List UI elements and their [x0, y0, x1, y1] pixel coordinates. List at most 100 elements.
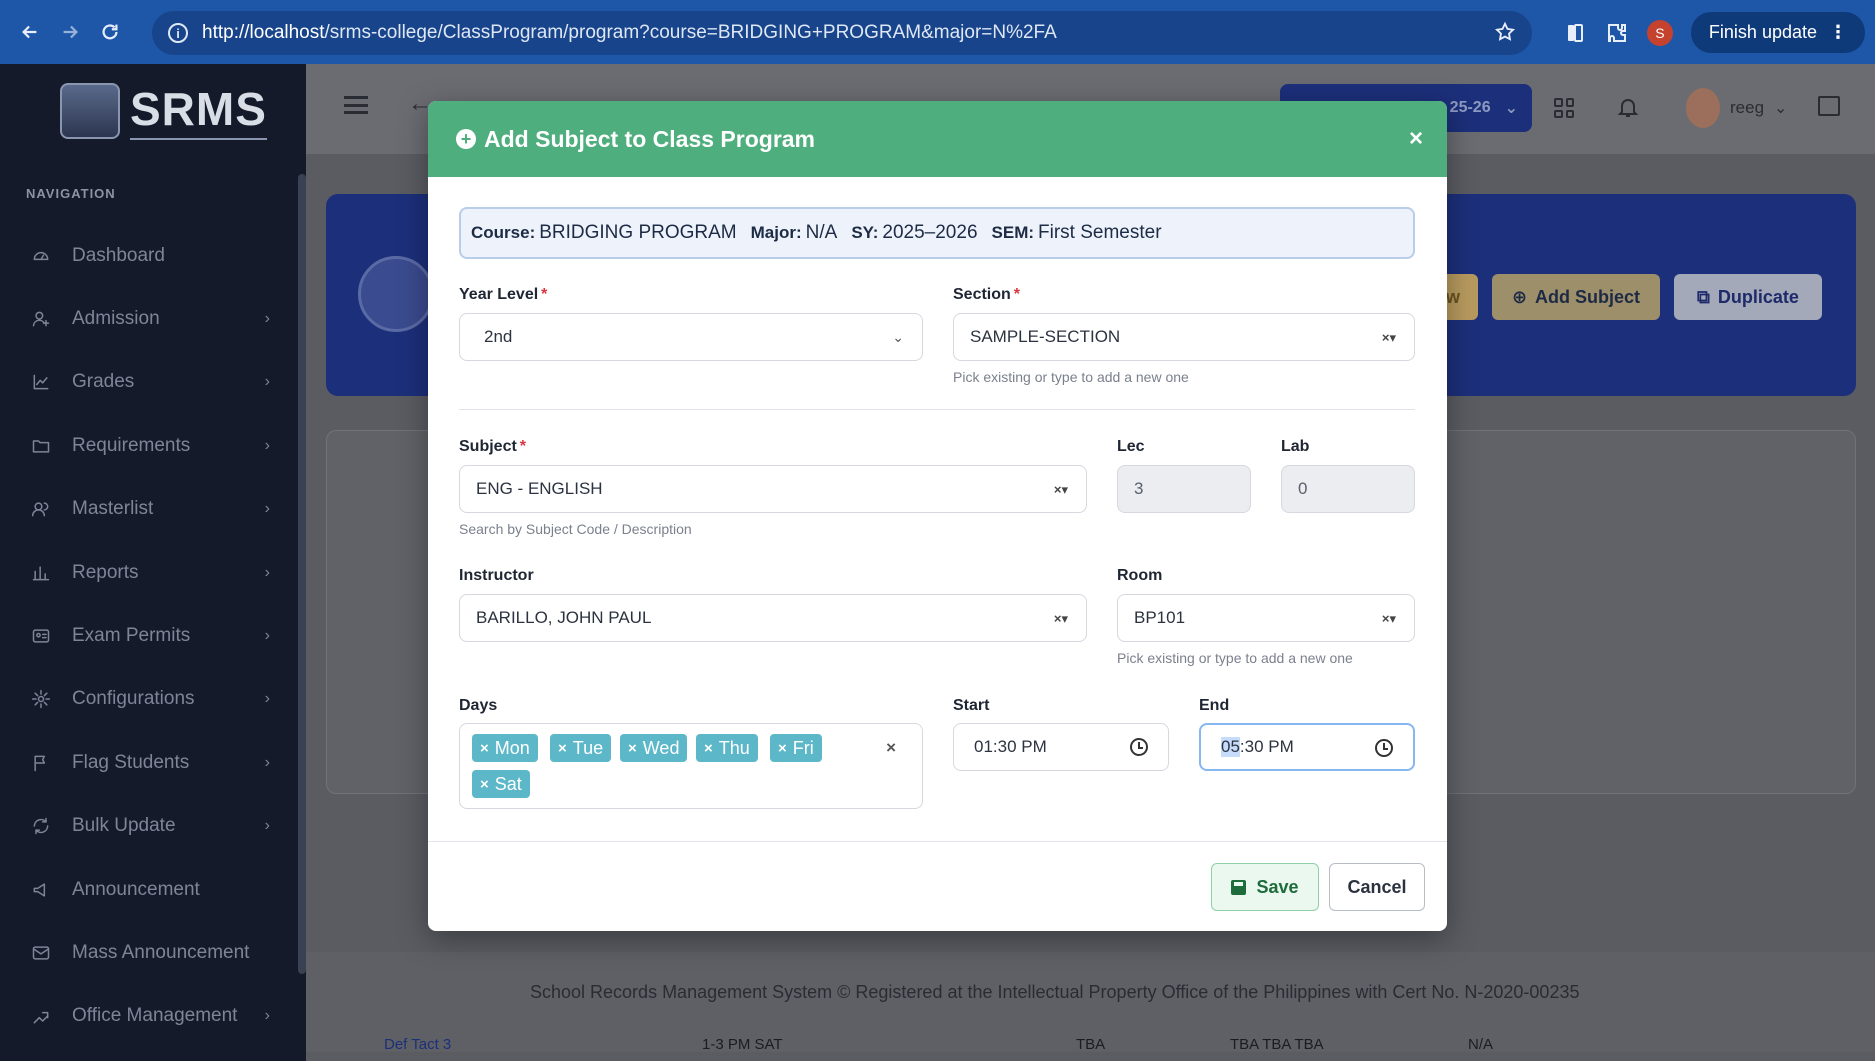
- user-menu[interactable]: reeg ⌄: [1686, 88, 1787, 128]
- clear-dropdown-icon[interactable]: ×▾: [1054, 611, 1068, 627]
- user-add-icon: [30, 308, 52, 330]
- profile-avatar[interactable]: S: [1646, 19, 1673, 46]
- hamburger-menu-icon[interactable]: [344, 96, 368, 114]
- modal-title: Add Subject to Class Program: [484, 125, 816, 152]
- year-level-select[interactable]: 2nd ⌄: [459, 313, 923, 361]
- instructor-combobox[interactable]: BARILLO, JOHN PAUL ×▾: [459, 594, 1087, 642]
- sy-label: SY:: [851, 223, 879, 242]
- days-multiselect[interactable]: × Mon × Tue × Wed × Thu × Fri × Sat ×: [459, 723, 923, 809]
- day-chip-thu[interactable]: × Thu: [696, 734, 758, 762]
- major-value: N/A: [805, 222, 838, 243]
- lab-value: 0: [1298, 479, 1308, 498]
- subject-combobox[interactable]: ENG - ENGLISH ×▾: [459, 465, 1087, 513]
- sidebar-item-announcement[interactable]: Announcement: [0, 858, 300, 921]
- sidebar-item-exam-permits[interactable]: Exam Permits ›: [0, 604, 300, 667]
- chevron-right-icon: ›: [264, 817, 270, 835]
- notification-bell-icon[interactable]: [1616, 94, 1640, 125]
- instructor-label: Instructor: [459, 567, 534, 584]
- subject-label: Subject *: [459, 438, 526, 456]
- start-time-input[interactable]: 01:30 PM: [953, 723, 1169, 771]
- browser-toolbar: i http://localhost /srms-college/ClassPr…: [0, 0, 1875, 64]
- close-button[interactable]: ×: [1409, 125, 1423, 153]
- megaphone-icon: [30, 879, 52, 901]
- program-info-box: Course: BRIDGING PROGRAM Major: N/A SY: 202…: [459, 207, 1415, 259]
- clock-icon[interactable]: [1130, 738, 1148, 756]
- lab-label: Lab: [1281, 438, 1310, 455]
- sidebar-item-flag-students[interactable]: Flag Students ›: [0, 731, 300, 794]
- add-subject-label: Add Subject: [1535, 286, 1641, 307]
- room-combobox[interactable]: BP101 ×▾: [1117, 594, 1415, 642]
- app-logo[interactable]: SRMS: [60, 82, 267, 140]
- day-chip-sat[interactable]: × Sat: [472, 770, 530, 798]
- mail-icon: [30, 942, 52, 964]
- id-card-icon: [30, 625, 52, 647]
- required-mark: *: [1013, 286, 1021, 303]
- form-divider: [459, 409, 1415, 410]
- clock-icon[interactable]: [1375, 739, 1393, 757]
- modal-header: + Add Subject to Class Program ×: [428, 101, 1447, 177]
- section-combobox[interactable]: SAMPLE-SECTION ×▾: [953, 313, 1415, 361]
- reload-button[interactable]: [90, 12, 130, 52]
- remove-icon[interactable]: ×: [480, 740, 489, 757]
- plus-circle-icon: +: [456, 129, 476, 149]
- extensions-puzzle-icon[interactable]: [1605, 21, 1629, 45]
- sidebar-item-grades[interactable]: Grades ›: [0, 351, 300, 414]
- room-hint: Pick existing or type to add a new one: [1117, 650, 1353, 666]
- remove-icon[interactable]: ×: [558, 740, 567, 757]
- add-subject-button[interactable]: ⊕ Add Subject: [1492, 274, 1660, 320]
- sidebar-item-requirements[interactable]: Requirements ›: [0, 414, 300, 477]
- sidebar-item-bulk-update[interactable]: Bulk Update ›: [0, 795, 300, 858]
- remove-icon[interactable]: ×: [704, 740, 713, 757]
- clear-days-icon[interactable]: ×: [886, 738, 896, 758]
- cancel-button[interactable]: Cancel: [1329, 863, 1425, 911]
- clear-dropdown-icon[interactable]: ×▾: [1382, 611, 1396, 627]
- clear-dropdown-icon[interactable]: ×▾: [1054, 482, 1068, 498]
- sidebar-item-label: Exam Permits: [72, 625, 191, 647]
- day-chip-label: Sat: [494, 773, 522, 794]
- course-value: BRIDGING PROGRAM: [539, 222, 737, 243]
- sidebar-item-mass-announcement[interactable]: Mass Announcement: [0, 921, 300, 984]
- add-subject-modal: + Add Subject to Class Program × Course:…: [428, 101, 1447, 931]
- sidebar-item-office-management[interactable]: Office Management ›: [0, 985, 300, 1048]
- chevron-right-icon: ›: [264, 436, 270, 454]
- sidebar-item-configurations[interactable]: Configurations ›: [0, 668, 300, 731]
- day-chip-tue[interactable]: × Tue: [550, 734, 612, 762]
- remove-icon[interactable]: ×: [480, 776, 489, 793]
- remove-icon[interactable]: ×: [778, 740, 787, 757]
- footer-text: School Records Management System © Regis…: [530, 982, 1579, 1003]
- chat-icon[interactable]: [1818, 96, 1840, 116]
- reading-list-icon[interactable]: [1563, 21, 1587, 45]
- kebab-menu-icon: ⋮: [1829, 22, 1847, 42]
- sidebar-item-reports[interactable]: Reports ›: [0, 541, 300, 604]
- url-path: /srms-college/ClassProgram/program?cours…: [324, 22, 1057, 43]
- save-button[interactable]: Save: [1211, 863, 1319, 911]
- day-chip-wed[interactable]: × Wed: [620, 734, 688, 762]
- day-chip-label: Thu: [718, 737, 750, 758]
- forward-button[interactable]: [50, 12, 90, 52]
- peek-cell: N/A: [1468, 1036, 1494, 1053]
- section-hint: Pick existing or type to add a new one: [953, 369, 1189, 385]
- table-row: Def Tact 3 1-3 PM SAT TBA TBA TBA TBA N/…: [306, 1030, 1875, 1061]
- address-bar[interactable]: i http://localhost /srms-college/ClassPr…: [152, 11, 1532, 55]
- clear-dropdown-icon[interactable]: ×▾: [1382, 330, 1396, 346]
- bookmark-star-icon[interactable]: [1494, 21, 1516, 49]
- duplicate-button[interactable]: ⧉ Duplicate: [1674, 274, 1822, 320]
- back-button[interactable]: [10, 12, 50, 52]
- end-time-input[interactable]: 05:30 PM: [1199, 723, 1415, 771]
- day-chip-fri[interactable]: × Fri: [770, 734, 822, 762]
- sidebar-item-label: Office Management: [72, 1005, 238, 1027]
- remove-icon[interactable]: ×: [628, 740, 637, 757]
- footer-cert: Cert No. N-2020-00235: [1392, 982, 1580, 1002]
- sidebar-item-dashboard[interactable]: Dashboard: [0, 224, 300, 287]
- days-label: Days: [459, 697, 498, 714]
- sidebar-item-masterlist[interactable]: Masterlist ›: [0, 478, 300, 541]
- peek-cell: 1-3 PM SAT: [702, 1036, 783, 1053]
- sidebar-scrollbar[interactable]: [298, 174, 306, 974]
- day-chip-mon[interactable]: × Mon: [472, 734, 538, 762]
- finish-update-button[interactable]: Finish update ⋮: [1690, 12, 1865, 53]
- room-value: BP101: [1134, 608, 1186, 627]
- sidebar-item-admission[interactable]: Admission ›: [0, 287, 300, 350]
- apps-grid-icon[interactable]: [1554, 98, 1574, 118]
- site-info-icon[interactable]: i: [168, 23, 188, 43]
- floppy-disk-icon: [1231, 879, 1247, 895]
